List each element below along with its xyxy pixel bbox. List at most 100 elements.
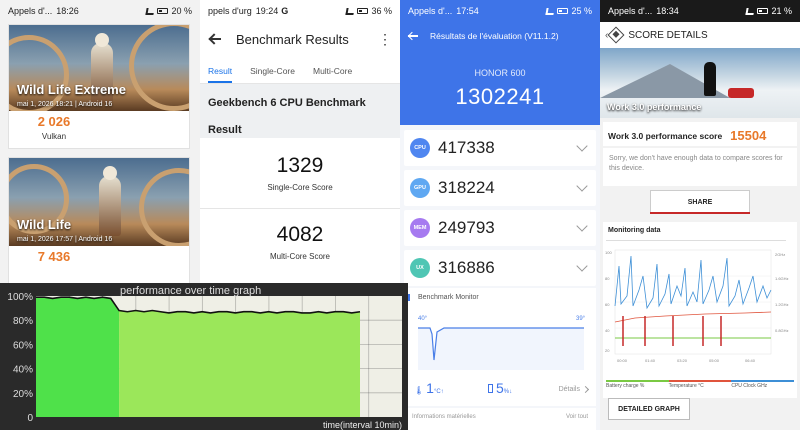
- battery-icon: [488, 384, 493, 393]
- y-tick-label: 20%: [13, 389, 33, 400]
- legend-temperature: Temperature °C: [668, 380, 732, 390]
- 3dmark-logo-icon: [607, 26, 625, 44]
- score-row-ux[interactable]: UX 316886: [404, 250, 596, 286]
- mem-score: 249793: [438, 218, 495, 237]
- monitor-title: Benchmark Monitor: [408, 294, 596, 301]
- status-bar: Appels d'... 18:26 20 %: [0, 0, 200, 22]
- y-tick-label: 100%: [7, 292, 33, 303]
- benchmark-monitor: Benchmark Monitor 40° 39° 🌡 1 °C↑ 5 %↓ D…: [404, 288, 596, 406]
- score-value: 2 026: [37, 114, 71, 129]
- result-header: Appels d'... 17:54 25 % Résultats de l'é…: [400, 0, 600, 125]
- score-row-mem[interactable]: MEM 249793: [404, 210, 596, 246]
- detailed-graph-button[interactable]: DETAILED GRAPH: [608, 398, 690, 420]
- score-block: 2 026 Vulkan: [9, 111, 99, 141]
- ux-icon: UX: [410, 258, 430, 278]
- svg-text:0.8GHz: 0.8GHz: [775, 328, 789, 333]
- carrier-label: Appels d'...: [8, 6, 53, 16]
- svg-text:20: 20: [605, 348, 610, 353]
- multi-core-score: 4082: [276, 223, 324, 246]
- cpu-icon: CPU: [410, 138, 430, 158]
- performance-area-initial: [36, 297, 120, 417]
- cpu-score: 417338: [438, 138, 495, 157]
- tab-result[interactable]: Result: [208, 58, 233, 83]
- svg-text:80: 80: [605, 276, 610, 281]
- back-arrow-icon[interactable]: [408, 31, 418, 41]
- more-vert-icon[interactable]: ⋮: [378, 32, 392, 46]
- share-button[interactable]: SHARE: [650, 190, 750, 214]
- panel-score-details: Appels d'... 18:34 21 % ‹ SCORE DETAILS …: [600, 0, 800, 430]
- svg-text:1.2GHz: 1.2GHz: [775, 302, 789, 307]
- carrier-label: ppels d'urg: [208, 6, 252, 16]
- svg-text:00:00: 00:00: [617, 358, 628, 363]
- single-core-score: 1329: [276, 154, 324, 177]
- result-card-wild-life[interactable]: Wild Life mai 1, 2026 17:57 | Android 16…: [8, 157, 190, 285]
- mem-icon: MEM: [410, 218, 430, 238]
- temp-start-label: 40°: [418, 316, 428, 322]
- result-card-wild-life-extreme[interactable]: Wild Life Extreme mai 1, 2026 18:21 | An…: [8, 24, 190, 149]
- clock: 17:54: [456, 6, 479, 16]
- score-value: 7 436: [37, 249, 71, 264]
- status-bar: Appels d'... 17:54 25 %: [400, 0, 600, 22]
- y-tick-label: 60%: [13, 340, 33, 351]
- device-name: HONOR 600: [474, 68, 526, 78]
- chevron-down-icon[interactable]: [576, 140, 588, 152]
- battery-level: 20 %: [171, 6, 192, 16]
- chart-canvas: 100% 80% 60% 40% 20% 0 performance over time …: [0, 283, 408, 430]
- legend-battery: Battery charge %: [606, 380, 669, 390]
- benchmark-artwork: Work 3.0 performance: [600, 48, 800, 118]
- tab-single-core[interactable]: Single-Core: [250, 58, 295, 83]
- details-link[interactable]: Détails: [559, 385, 590, 394]
- battery-icon: [557, 8, 569, 14]
- chart-title: performance over time graph: [120, 285, 261, 297]
- svg-text:06:40: 06:40: [745, 358, 756, 363]
- section-header: Geekbench 6 CPU Benchmark Result: [200, 84, 400, 138]
- svg-text:1.6GHz: 1.6GHz: [775, 276, 789, 281]
- wifi-icon: [345, 7, 356, 15]
- battery-level: 21 %: [771, 6, 792, 16]
- y-tick-label: 80%: [13, 316, 33, 327]
- battery-icon: [157, 8, 169, 14]
- app-bar: Benchmark Results ⋮: [200, 22, 400, 56]
- tab-bar: Result Single-Core Multi-Core: [200, 58, 400, 84]
- chevron-down-icon[interactable]: [576, 220, 588, 232]
- y-tick-label: 0: [27, 413, 33, 424]
- single-core-card: 1329 Single-Core Score: [200, 140, 400, 206]
- single-core-label: Single-Core Score: [267, 183, 333, 192]
- see-all-link[interactable]: Voir tout: [566, 414, 588, 424]
- svg-text:01:40: 01:40: [645, 358, 656, 363]
- performance-over-time-graph: 100% 80% 60% 40% 20% 0 performance over time …: [0, 283, 408, 430]
- page-title: Benchmark Results: [236, 31, 349, 47]
- score-row-cpu[interactable]: CPU 417338: [404, 130, 596, 166]
- score-row-gpu[interactable]: GPU 318224: [404, 170, 596, 206]
- comparison-card: Sorry, we don't have enough data to comp…: [603, 148, 797, 186]
- run-meta: mai 1, 2026 18:21 | Android 16: [17, 101, 113, 108]
- back-arrow-icon[interactable]: [208, 32, 222, 46]
- battery-level: 25 %: [571, 6, 592, 16]
- chart-legend: Battery charge % Temperature °C CPU Cloc…: [606, 380, 795, 390]
- score-value: 15504: [730, 128, 767, 143]
- battery-icon: [357, 8, 369, 14]
- ux-score: 316886: [438, 258, 495, 277]
- performance-area-sustained: [119, 310, 360, 417]
- run-meta: mai 1, 2026 17:57 | Android 16: [17, 236, 113, 243]
- monitoring-chart: 100 80 60 40 20 2GHz 1.6GHz 1.2GHz 0.8GHz 00:00…: [605, 249, 789, 363]
- carrier-label: Appels d'...: [608, 6, 653, 16]
- status-bar: Appels d'... 18:34 21 %: [600, 0, 800, 22]
- gpu-score: 318224: [438, 178, 495, 197]
- hardware-info-row[interactable]: Informations matérielles Voir tout: [404, 408, 596, 430]
- benchmark-title: Work 3.0 performance: [607, 102, 702, 112]
- y-tick-label: 40%: [13, 365, 33, 376]
- share-accent: [650, 212, 750, 214]
- wifi-icon: [545, 7, 556, 15]
- tab-multi-core[interactable]: Multi-Core: [313, 58, 352, 83]
- nav-bar: Résultats de l'évaluation (V11.1.2): [408, 26, 592, 46]
- temperature-graph: 40° 39°: [404, 310, 596, 370]
- page-title: SCORE DETAILS: [628, 29, 708, 41]
- battery-drop: 5 %↓: [488, 380, 512, 396]
- chevron-down-icon[interactable]: [576, 260, 588, 272]
- app-bar: ‹ SCORE DETAILS: [600, 22, 800, 48]
- benchmark-artwork: Wild Life Extreme mai 1, 2026 18:21 | An…: [9, 25, 189, 111]
- carrier-label: Appels d'...: [408, 6, 453, 16]
- status-bar: ppels d'urg 19:24 G 36 %: [200, 0, 400, 22]
- chevron-down-icon[interactable]: [576, 180, 588, 192]
